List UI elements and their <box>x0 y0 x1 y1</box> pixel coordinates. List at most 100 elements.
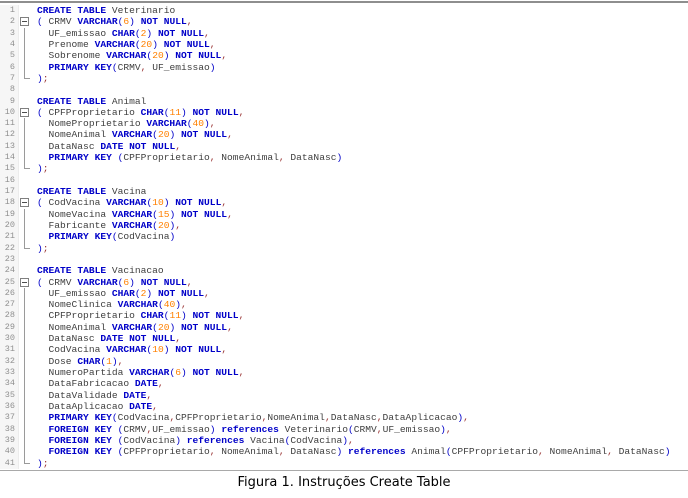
fold-collapse-icon[interactable] <box>19 16 32 27</box>
code-line: 9CREATE TABLE Animal <box>0 96 688 107</box>
fold-guide-line <box>19 344 32 355</box>
line-number: 23 <box>0 254 19 265</box>
line-number: 20 <box>0 220 19 231</box>
line-number: 31 <box>0 344 19 355</box>
code-text: ); <box>32 163 49 174</box>
code-line: 28 CPFProprietario CHAR(11) NOT NULL, <box>0 310 688 321</box>
fold-guide-line <box>19 141 32 152</box>
line-number: 28 <box>0 310 19 321</box>
line-number: 3 <box>0 28 19 39</box>
code-text: NomeVacina VARCHAR(15) NOT NULL, <box>32 209 233 220</box>
fold-guide-line <box>19 288 32 299</box>
code-text <box>32 175 37 186</box>
code-text: DataNasc DATE NOT NULL, <box>32 333 181 344</box>
code-text: DataAplicacao DATE, <box>32 401 158 412</box>
code-line: 13 DataNasc DATE NOT NULL, <box>0 141 688 152</box>
code-text: CodVacina VARCHAR(10) NOT NULL, <box>32 344 227 355</box>
fold-margin <box>19 84 32 95</box>
code-line: 12 NomeAnimal VARCHAR(20) NOT NULL, <box>0 129 688 140</box>
code-line: 34 DataFabricacao DATE, <box>0 378 688 389</box>
line-number: 27 <box>0 299 19 310</box>
code-text: PRIMARY KEY(CodVacina,CPFProprietario,No… <box>32 412 469 423</box>
line-number: 18 <box>0 197 19 208</box>
code-text: CREATE TABLE Animal <box>32 96 146 107</box>
fold-guide-line <box>19 390 32 401</box>
fold-margin <box>19 186 32 197</box>
code-text: ( CRMV VARCHAR(6) NOT NULL, <box>32 277 193 288</box>
code-text: ( CRMV VARCHAR(6) NOT NULL, <box>32 16 193 27</box>
line-number: 33 <box>0 367 19 378</box>
code-line: 29 NomeAnimal VARCHAR(20) NOT NULL, <box>0 322 688 333</box>
code-line: 41); <box>0 458 688 469</box>
code-line: 38 FOREIGN KEY (CRMV,UF_emissao) referen… <box>0 424 688 435</box>
code-text: Sobrenome VARCHAR(20) NOT NULL, <box>32 50 227 61</box>
line-number: 40 <box>0 446 19 457</box>
code-line: 4 Prenome VARCHAR(20) NOT NULL, <box>0 39 688 50</box>
code-line: 22); <box>0 243 688 254</box>
code-text: CREATE TABLE Veterinario <box>32 5 175 16</box>
fold-guide-line <box>19 129 32 140</box>
line-number: 22 <box>0 243 19 254</box>
fold-guide-line <box>19 424 32 435</box>
code-line: 3 UF_emissao CHAR(2) NOT NULL, <box>0 28 688 39</box>
fold-guide-line <box>19 458 32 469</box>
line-number: 12 <box>0 129 19 140</box>
code-line: 17CREATE TABLE Vacina <box>0 186 688 197</box>
code-line: 25( CRMV VARCHAR(6) NOT NULL, <box>0 277 688 288</box>
code-text: NumeroPartida VARCHAR(6) NOT NULL, <box>32 367 244 378</box>
line-number: 15 <box>0 163 19 174</box>
code-text <box>32 84 37 95</box>
figure-bottom-border <box>0 470 688 471</box>
code-text: NomeClinica VARCHAR(40), <box>32 299 187 310</box>
fold-margin <box>19 96 32 107</box>
code-text: FOREIGN KEY (CPFProprietario, NomeAnimal… <box>32 446 670 457</box>
fold-collapse-icon[interactable] <box>19 277 32 288</box>
line-number: 19 <box>0 209 19 220</box>
line-number: 2 <box>0 16 19 27</box>
fold-guide-line <box>19 412 32 423</box>
code-line: 10( CPFProprietario CHAR(11) NOT NULL, <box>0 107 688 118</box>
fold-guide-line <box>19 356 32 367</box>
fold-guide-line <box>19 378 32 389</box>
code-line: 14 PRIMARY KEY (CPFProprietario, NomeAni… <box>0 152 688 163</box>
code-line: 15); <box>0 163 688 174</box>
fold-margin <box>19 175 32 186</box>
code-line: 32 Dose CHAR(1), <box>0 356 688 367</box>
fold-guide-line <box>19 50 32 61</box>
code-text: CPFProprietario CHAR(11) NOT NULL, <box>32 310 244 321</box>
code-text: ); <box>32 243 49 254</box>
fold-guide-line <box>19 28 32 39</box>
line-number: 36 <box>0 401 19 412</box>
line-number: 1 <box>0 5 19 16</box>
line-number: 38 <box>0 424 19 435</box>
line-number: 4 <box>0 39 19 50</box>
fold-margin <box>19 5 32 16</box>
line-number: 24 <box>0 265 19 276</box>
code-line: 2 ( CRMV VARCHAR(6) NOT NULL, <box>0 16 688 27</box>
code-text: NomeProprietario VARCHAR(40), <box>32 118 216 129</box>
fold-guide-line <box>19 163 32 174</box>
line-number: 37 <box>0 412 19 423</box>
fold-guide-line <box>19 39 32 50</box>
fold-guide-line <box>19 73 32 84</box>
code-line: 20 Fabricante VARCHAR(20), <box>0 220 688 231</box>
fold-guide-line <box>19 118 32 129</box>
fold-collapse-icon[interactable] <box>19 107 32 118</box>
code-text: Prenome VARCHAR(20) NOT NULL, <box>32 39 216 50</box>
code-line: 16 <box>0 175 688 186</box>
code-line: 11 NomeProprietario VARCHAR(40), <box>0 118 688 129</box>
code-line: 36 DataAplicacao DATE, <box>0 401 688 412</box>
fold-margin <box>19 265 32 276</box>
line-number: 26 <box>0 288 19 299</box>
code-text: DataNasc DATE NOT NULL, <box>32 141 181 152</box>
line-number: 14 <box>0 152 19 163</box>
fold-margin <box>19 254 32 265</box>
code-text: DataFabricacao DATE, <box>32 378 164 389</box>
fold-guide-line <box>19 299 32 310</box>
code-line: 5 Sobrenome VARCHAR(20) NOT NULL, <box>0 50 688 61</box>
code-line: 24CREATE TABLE Vacinacao <box>0 265 688 276</box>
fold-guide-line <box>19 401 32 412</box>
code-text: ); <box>32 458 49 469</box>
line-number: 6 <box>0 62 19 73</box>
fold-collapse-icon[interactable] <box>19 197 32 208</box>
